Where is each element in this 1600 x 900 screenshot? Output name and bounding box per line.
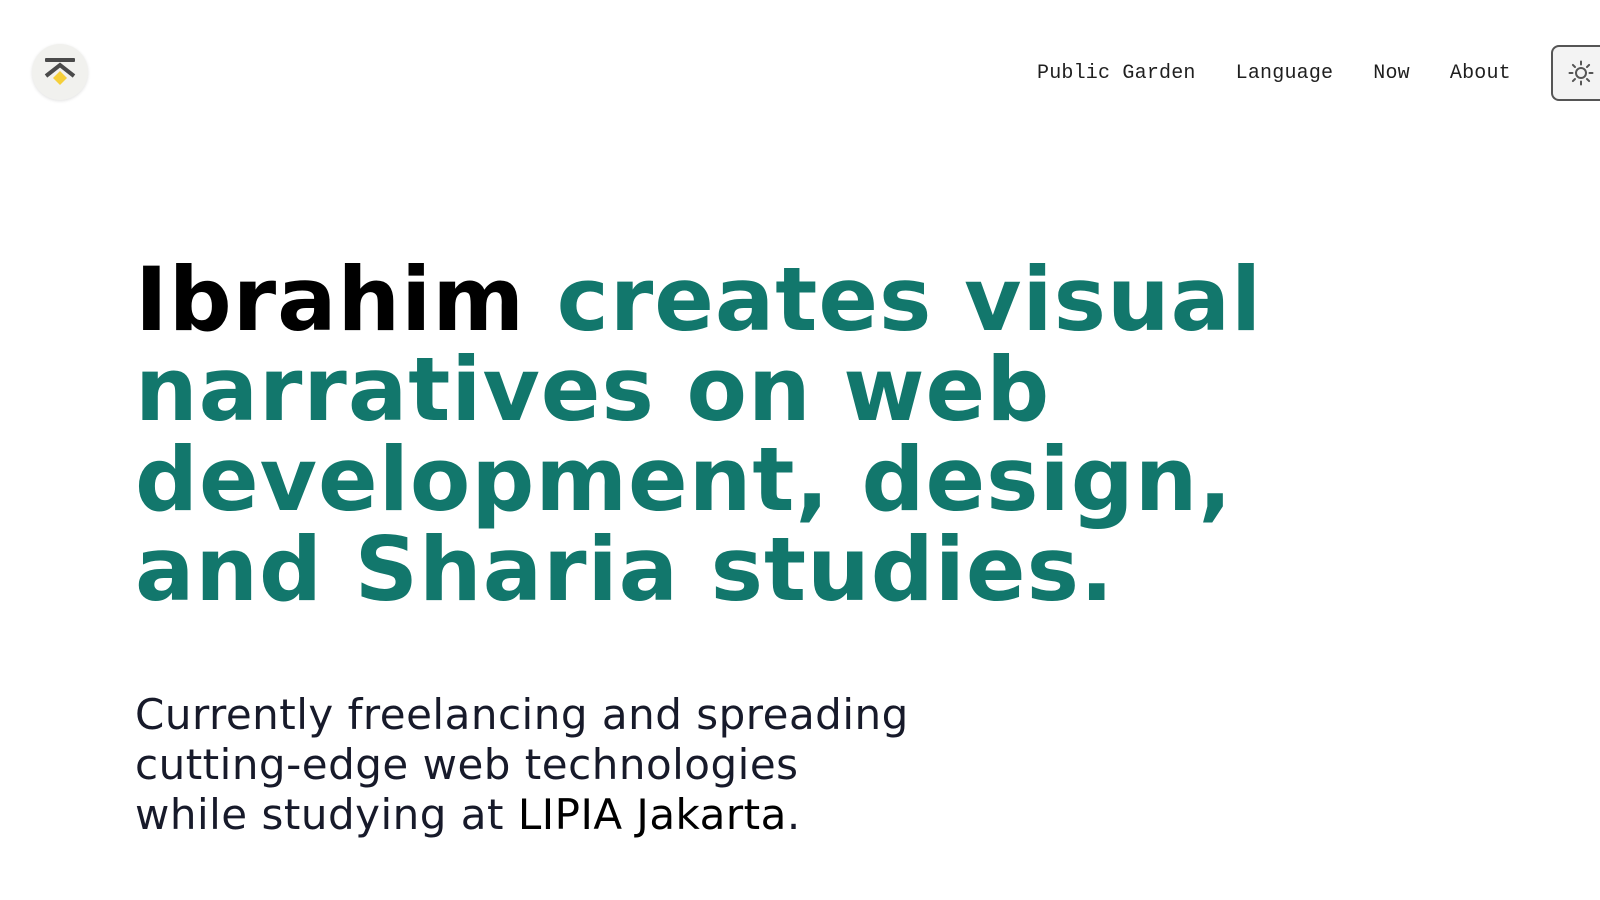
intro-line-3: while studying at LIPIA Jakarta. — [135, 790, 1135, 840]
intro-line-2: cutting-edge web technologies — [135, 740, 799, 789]
nav-link-public-garden[interactable]: Public Garden — [1037, 62, 1196, 85]
sun-icon — [1568, 60, 1594, 86]
site-header: Public Garden Language Now About — [0, 0, 1600, 140]
intro-paragraph: Currently freelancing and spreading cutt… — [135, 690, 1135, 840]
chevron-diamond-logo-icon — [44, 58, 76, 85]
intro-line-1: Currently freelancing and spreading — [135, 690, 909, 739]
intro-line-3-suffix: . — [786, 790, 801, 839]
nav-link-about[interactable]: About — [1450, 62, 1511, 85]
main-nav: Public Garden Language Now About — [1037, 58, 1511, 88]
nav-link-language[interactable]: Language — [1236, 62, 1334, 85]
intro-line-3-prefix: while studying at — [135, 790, 518, 839]
intro-place: LIPIA Jakarta — [517, 790, 787, 839]
theme-toggle-button[interactable] — [1551, 45, 1600, 101]
hero-name: Ibrahim — [135, 248, 526, 351]
site-logo[interactable] — [32, 44, 88, 100]
nav-link-now[interactable]: Now — [1373, 62, 1410, 85]
hero-heading: Ibrahim creates visual narratives on web… — [135, 255, 1435, 615]
